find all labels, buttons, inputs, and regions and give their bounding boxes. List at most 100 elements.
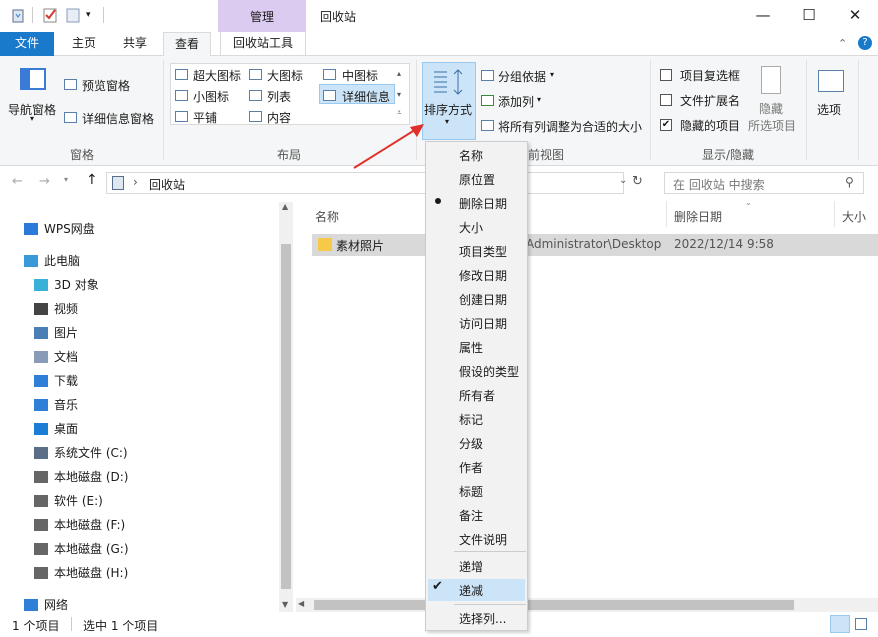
nav-item[interactable]: 桌面	[54, 420, 78, 437]
forward-icon[interactable]: →	[39, 174, 50, 189]
menu-item-sort[interactable]: 删除日期	[459, 195, 507, 212]
menu-item-sort[interactable]: 创建日期	[459, 291, 507, 308]
manage-tab[interactable]: 管理	[218, 0, 306, 32]
tab-recycle-bin-tools[interactable]: 回收站工具	[220, 32, 306, 56]
extra-large-icons-icon	[175, 69, 188, 80]
nav-item[interactable]: 本地磁盘 (D:)	[54, 468, 128, 485]
menu-item-sort[interactable]: 名称	[459, 147, 483, 164]
nav-item[interactable]: 文档	[54, 348, 78, 365]
nav-item[interactable]: 音乐	[54, 396, 78, 413]
nav-item[interactable]: 本地磁盘 (G:)	[54, 540, 129, 557]
gallery-down-icon[interactable]: ▾	[397, 90, 401, 99]
menu-item-sort[interactable]: 分级	[459, 435, 483, 452]
search-icon[interactable]: ⚲	[845, 175, 854, 189]
tab-share[interactable]: 共享	[112, 32, 158, 56]
column-header-name[interactable]: 名称	[315, 208, 339, 225]
column-header-size[interactable]: 大小	[842, 208, 866, 225]
menu-item-sort[interactable]: 大小	[459, 219, 483, 236]
layout-large-icons[interactable]: 大图标	[267, 67, 303, 84]
hide-selected-label-1[interactable]: 隐藏	[759, 100, 783, 117]
nav-item[interactable]: 3D 对象	[54, 276, 99, 293]
new-folder-icon[interactable]	[65, 7, 81, 23]
nav-item[interactable]: 网络	[44, 596, 68, 613]
content-hscrollbar-thumb[interactable]	[314, 600, 794, 610]
large-icon-view-icon[interactable]	[855, 618, 867, 630]
sort-by-button[interactable]: 排序方式 ▾	[422, 62, 476, 140]
options-button[interactable]: 选项	[817, 101, 841, 118]
preview-pane-button[interactable]: 预览窗格	[82, 77, 130, 94]
layout-medium-icons[interactable]: 中图标	[342, 67, 378, 84]
nav-scrollbar[interactable]: ▲ ▼	[279, 202, 293, 612]
ribbon-collapse-icon[interactable]: ⌃	[838, 37, 847, 50]
ribbon-tabs: 文件 主页 共享 查看 回收站工具 ⌃ ?	[0, 32, 878, 57]
close-button[interactable]: ✕	[832, 0, 878, 32]
gallery-expand-icon[interactable]: ⩡	[397, 108, 402, 118]
hide-selected-label-2[interactable]: 所选项目	[748, 117, 796, 134]
refresh-icon[interactable]: ↻	[632, 174, 643, 189]
nav-item[interactable]: 本地磁盘 (F:)	[54, 516, 125, 533]
nav-item[interactable]: 此电脑	[44, 252, 80, 269]
breadcrumb[interactable]: 回收站	[149, 176, 185, 193]
menu-item-sort[interactable]: 标记	[459, 411, 483, 428]
nav-item[interactable]: 图片	[54, 324, 78, 341]
menu-item-sort[interactable]: 访问日期	[459, 315, 507, 332]
tab-file[interactable]: 文件	[0, 32, 54, 56]
details-pane-button[interactable]: 详细信息窗格	[82, 110, 154, 127]
nav-item[interactable]: WPS网盘	[44, 220, 95, 237]
search-input[interactable]: 在 回收站 中搜索	[673, 176, 765, 193]
minimize-button[interactable]: —	[740, 0, 786, 32]
help-icon[interactable]: ?	[858, 36, 872, 50]
nav-item[interactable]: 系统文件 (C:)	[54, 444, 128, 461]
up-icon[interactable]: ↑	[86, 172, 98, 188]
menu-item-ascending[interactable]: 递增	[459, 558, 483, 575]
nav-item[interactable]: 本地磁盘 (H:)	[54, 564, 128, 581]
layout-content[interactable]: 内容	[267, 109, 291, 126]
search-box[interactable]: 在 回收站 中搜索 ⚲	[664, 172, 864, 194]
address-dropdown-icon[interactable]: ⌄	[619, 175, 627, 186]
menu-item-sort[interactable]: 所有者	[459, 387, 495, 404]
menu-item-sort[interactable]: 文件说明	[459, 531, 507, 548]
current-view-group-label: 前视图	[528, 148, 565, 162]
item-checkbox-toggle[interactable]	[660, 69, 672, 81]
nav-scrollbar-thumb[interactable]	[281, 244, 291, 589]
menu-item-sort[interactable]: 项目类型	[459, 243, 507, 260]
properties-icon[interactable]	[42, 7, 58, 23]
hidden-items-toggle[interactable]: ✔	[660, 119, 672, 131]
extensions-toggle[interactable]	[660, 94, 672, 106]
menu-item-sort[interactable]: 原位置	[459, 171, 495, 188]
menu-item-sort[interactable]: 备注	[459, 507, 483, 524]
add-column-button[interactable]: 添加列	[498, 93, 534, 110]
tiles-icon	[175, 111, 188, 122]
file-row[interactable]: 素材照片 Administrator\Desktop 2022/12/14 9:…	[312, 234, 878, 256]
layout-extra-large-icons[interactable]: 超大图标	[193, 67, 241, 84]
layout-details[interactable]: 详细信息	[342, 88, 390, 105]
quick-access-dropdown-icon[interactable]: ▾	[86, 7, 102, 23]
maximize-button[interactable]: ☐	[786, 0, 832, 32]
menu-item-sort[interactable]: 假设的类型	[459, 363, 519, 380]
group-by-button[interactable]: 分组依据	[498, 68, 546, 85]
menu-item-sort[interactable]: 属性	[459, 339, 483, 356]
recycle-bin-icon	[10, 7, 26, 23]
nav-pane-icon[interactable]	[20, 68, 46, 90]
fit-columns-button[interactable]: 将所有列调整为合适的大小	[498, 118, 642, 135]
tab-view[interactable]: 查看	[163, 32, 211, 57]
nav-item[interactable]: 软件 (E:)	[54, 492, 103, 509]
layout-small-icons[interactable]: 小图标	[193, 88, 229, 105]
layout-list[interactable]: 列表	[267, 88, 291, 105]
layout-tiles[interactable]: 平铺	[193, 109, 217, 126]
content-hscrollbar[interactable]: ◀	[296, 598, 878, 612]
menu-item-sort[interactable]: 修改日期	[459, 267, 507, 284]
nav-item[interactable]: 视频	[54, 300, 78, 317]
column-header-deleted-date[interactable]: 删除日期	[674, 208, 722, 225]
back-icon[interactable]: ←	[12, 174, 23, 189]
address-bar[interactable]: › 回收站 ⌄	[106, 172, 627, 194]
tab-home[interactable]: 主页	[62, 32, 106, 56]
menu-item-descending[interactable]: 递减	[459, 582, 483, 599]
gallery-up-icon[interactable]: ▴	[397, 69, 401, 78]
nav-item[interactable]: 下载	[54, 372, 78, 389]
recent-locations-icon[interactable]: ▾	[64, 175, 68, 184]
download-icon	[34, 375, 48, 387]
menu-item-sort[interactable]: 作者	[459, 459, 483, 476]
menu-item-sort[interactable]: 标题	[459, 483, 483, 500]
details-view-icon[interactable]	[830, 615, 850, 633]
